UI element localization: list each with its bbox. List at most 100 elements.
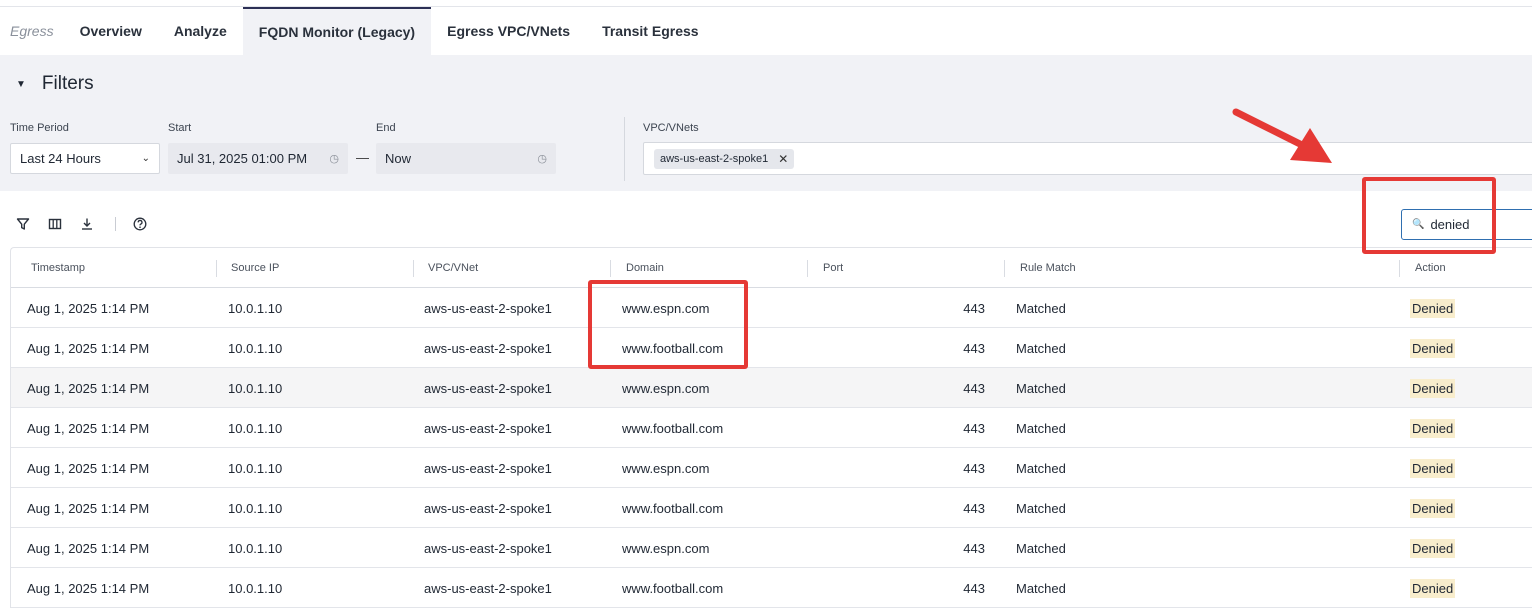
cell-source-ip: 10.0.1.10 bbox=[228, 300, 283, 316]
column-resizer[interactable] bbox=[610, 260, 611, 277]
toolbar-divider bbox=[115, 217, 116, 231]
cell-source-ip: 10.0.1.10 bbox=[228, 540, 283, 556]
cell-port: 443 bbox=[963, 340, 985, 356]
column-header-timestamp[interactable]: Timestamp bbox=[31, 248, 85, 288]
vpc-chip-label: aws-us-east-2-spoke1 bbox=[660, 152, 769, 165]
table-toolbar: 🔍 bbox=[0, 191, 1532, 247]
tab-egress-vpc-vnets[interactable]: Egress VPC/VNets bbox=[431, 7, 586, 55]
cell-port: 443 bbox=[963, 540, 985, 556]
cell-rule-match: Matched bbox=[1016, 580, 1066, 596]
remove-chip-icon[interactable]: ✕ bbox=[778, 152, 788, 166]
cell-port: 443 bbox=[963, 420, 985, 436]
cell-vpc-vnet: aws-us-east-2-spoke1 bbox=[424, 380, 552, 396]
column-header-source-ip[interactable]: Source IP bbox=[231, 248, 279, 288]
search-box[interactable]: 🔍 bbox=[1401, 209, 1532, 240]
cell-timestamp: Aug 1, 2025 1:14 PM bbox=[27, 540, 150, 556]
column-resizer[interactable] bbox=[413, 260, 414, 277]
table-row[interactable]: Aug 1, 2025 1:14 PM 10.0.1.10 aws-us-east-… bbox=[11, 408, 1532, 448]
column-resizer[interactable] bbox=[1004, 260, 1005, 277]
start-datetime-field[interactable]: Jul 31, 2025 01:00 PM ◷ bbox=[168, 143, 348, 174]
cell-action: Denied bbox=[1410, 568, 1456, 608]
tab-transit-egress[interactable]: Transit Egress bbox=[586, 7, 715, 55]
cell-domain: www.football.com bbox=[622, 340, 724, 356]
cell-source-ip: 10.0.1.10 bbox=[228, 460, 283, 476]
column-resizer[interactable] bbox=[1399, 260, 1400, 277]
search-input[interactable] bbox=[1430, 217, 1531, 232]
chevron-down-icon: ⌄ bbox=[141, 153, 150, 164]
column-header-rule-match[interactable]: Rule Match bbox=[1020, 248, 1076, 288]
time-period-select[interactable]: Last 24 Hours ⌄ bbox=[10, 143, 160, 174]
action-badge: Denied bbox=[1410, 578, 1456, 598]
column-resizer[interactable] bbox=[807, 260, 808, 277]
cell-domain: www.espn.com bbox=[622, 380, 710, 396]
time-period-value: Last 24 Hours bbox=[20, 151, 101, 166]
cell-timestamp: Aug 1, 2025 1:14 PM bbox=[27, 300, 150, 316]
start-label: Start bbox=[168, 122, 192, 134]
cell-source-ip: 10.0.1.10 bbox=[228, 380, 283, 396]
range-separator: — bbox=[356, 150, 369, 165]
help-icon[interactable] bbox=[132, 216, 148, 232]
cell-domain: www.football.com bbox=[622, 500, 724, 516]
cell-rule-match: Matched bbox=[1016, 500, 1066, 516]
cell-vpc-vnet: aws-us-east-2-spoke1 bbox=[424, 460, 552, 476]
cell-action: Denied bbox=[1410, 288, 1456, 328]
start-value: Jul 31, 2025 01:00 PM bbox=[177, 151, 308, 166]
search-icon: 🔍 bbox=[1412, 219, 1425, 230]
cell-port: 443 bbox=[963, 380, 985, 396]
fqdn-log-table: Timestamp Source IP VPC/VNet Domain Port… bbox=[10, 247, 1532, 608]
download-icon[interactable] bbox=[79, 216, 95, 232]
cell-domain: www.espn.com bbox=[622, 300, 710, 316]
caret-down-icon: ▼ bbox=[16, 78, 26, 90]
end-datetime-field[interactable]: Now ◷ bbox=[376, 143, 556, 174]
vpc-chip: aws-us-east-2-spoke1 ✕ bbox=[654, 148, 795, 169]
action-badge: Denied bbox=[1410, 378, 1456, 398]
vpc-vnets-multiselect[interactable]: aws-us-east-2-spoke1 ✕ bbox=[643, 142, 1532, 175]
filters-panel: ▼ Filters Time Period Last 24 Hours ⌄ St… bbox=[0, 55, 1532, 191]
filters-title: Filters bbox=[41, 73, 94, 94]
cell-action: Denied bbox=[1410, 368, 1456, 408]
time-period-label: Time Period bbox=[10, 122, 69, 134]
table-row[interactable]: Aug 1, 2025 1:14 PM 10.0.1.10 aws-us-east-… bbox=[11, 448, 1532, 488]
table-row[interactable]: Aug 1, 2025 1:14 PM 10.0.1.10 aws-us-east-… bbox=[11, 528, 1532, 568]
action-badge: Denied bbox=[1410, 418, 1456, 438]
cell-rule-match: Matched bbox=[1016, 540, 1066, 556]
action-badge: Denied bbox=[1410, 338, 1456, 358]
column-header-action[interactable]: Action bbox=[1415, 248, 1446, 288]
cell-action: Denied bbox=[1410, 528, 1456, 568]
table-row[interactable]: Aug 1, 2025 1:14 PM 10.0.1.10 aws-us-east-… bbox=[11, 368, 1532, 408]
columns-icon[interactable] bbox=[47, 216, 63, 232]
cell-source-ip: 10.0.1.10 bbox=[228, 580, 283, 596]
cell-action: Denied bbox=[1410, 408, 1456, 448]
column-header-domain[interactable]: Domain bbox=[626, 248, 664, 288]
column-header-port[interactable]: Port bbox=[823, 248, 843, 288]
filter-icon[interactable] bbox=[15, 216, 31, 232]
tab-fqdn-monitor[interactable]: FQDN Monitor (Legacy) bbox=[242, 7, 432, 55]
cell-rule-match: Matched bbox=[1016, 340, 1066, 356]
cell-timestamp: Aug 1, 2025 1:14 PM bbox=[27, 460, 150, 476]
action-badge: Denied bbox=[1410, 298, 1456, 318]
cell-vpc-vnet: aws-us-east-2-spoke1 bbox=[424, 420, 552, 436]
table-header: Timestamp Source IP VPC/VNet Domain Port… bbox=[11, 248, 1532, 288]
table-row[interactable]: Aug 1, 2025 1:14 PM 10.0.1.10 aws-us-east-… bbox=[11, 328, 1532, 368]
tab-analyze[interactable]: Analyze bbox=[158, 7, 243, 55]
filters-divider bbox=[624, 117, 625, 181]
table-row[interactable]: Aug 1, 2025 1:14 PM 10.0.1.10 aws-us-east-… bbox=[11, 488, 1532, 528]
cell-vpc-vnet: aws-us-east-2-spoke1 bbox=[424, 300, 552, 316]
column-header-vpc-vnet[interactable]: VPC/VNet bbox=[428, 248, 478, 288]
cell-rule-match: Matched bbox=[1016, 300, 1066, 316]
cell-timestamp: Aug 1, 2025 1:14 PM bbox=[27, 580, 150, 596]
tab-overview[interactable]: Overview bbox=[64, 7, 158, 55]
cell-port: 443 bbox=[963, 300, 985, 316]
cell-timestamp: Aug 1, 2025 1:14 PM bbox=[27, 380, 150, 396]
cell-timestamp: Aug 1, 2025 1:14 PM bbox=[27, 340, 150, 356]
table-row[interactable]: Aug 1, 2025 1:14 PM 10.0.1.10 aws-us-east-… bbox=[11, 568, 1532, 608]
cell-source-ip: 10.0.1.10 bbox=[228, 340, 283, 356]
table-row[interactable]: Aug 1, 2025 1:14 PM 10.0.1.10 aws-us-east-… bbox=[11, 288, 1532, 328]
cell-vpc-vnet: aws-us-east-2-spoke1 bbox=[424, 500, 552, 516]
cell-source-ip: 10.0.1.10 bbox=[228, 500, 283, 516]
filters-toggle[interactable]: ▼ Filters bbox=[16, 73, 94, 95]
table-body: Aug 1, 2025 1:14 PM 10.0.1.10 aws-us-east-… bbox=[11, 288, 1532, 608]
clock-icon: ◷ bbox=[537, 153, 547, 165]
column-resizer[interactable] bbox=[216, 260, 217, 277]
cell-domain: www.football.com bbox=[622, 580, 724, 596]
